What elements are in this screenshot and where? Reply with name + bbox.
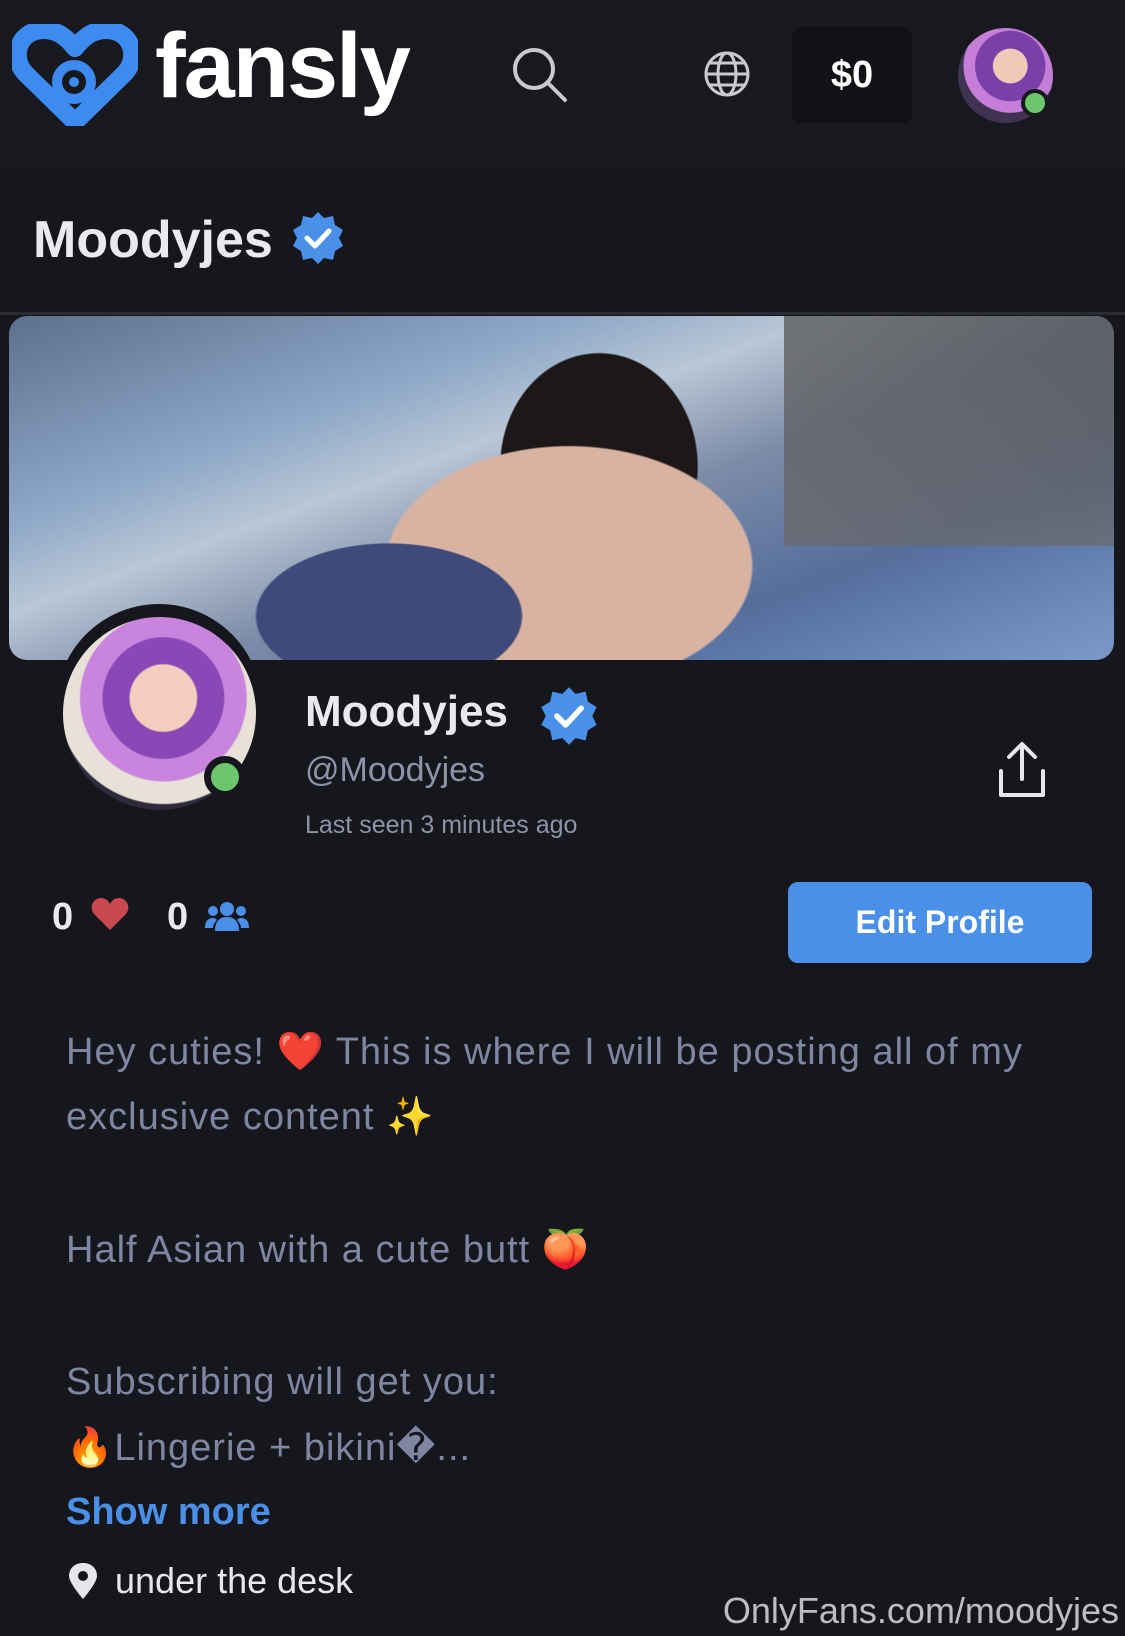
- verified-badge-icon: [541, 687, 597, 745]
- users-icon: [205, 902, 249, 931]
- wallet-balance-button[interactable]: $0: [792, 27, 912, 123]
- verified-badge-icon: [293, 212, 343, 264]
- fansly-heart-logo-icon[interactable]: [12, 24, 138, 126]
- bio-text: 🔥Lingerie + bikini�...: [66, 1427, 472, 1469]
- online-status-dot: [1021, 89, 1049, 117]
- edit-profile-button[interactable]: Edit Profile: [788, 882, 1092, 963]
- profile-handle: @Moodyjes: [305, 751, 486, 789]
- bio-text: Half Asian with a cute butt 🍑: [66, 1229, 591, 1271]
- watermark-text: OnlyFans.com/moodyjes: [722, 1590, 1119, 1631]
- last-seen-status: Last seen 3 minutes ago: [305, 811, 578, 839]
- page-title: Moodyjes: [33, 211, 273, 269]
- bio-text: Hey cuties! ❤️ This is where I will be p…: [66, 1031, 1023, 1073]
- profile-display-name: Moodyjes: [305, 687, 508, 736]
- location-pin-icon: [69, 1563, 97, 1599]
- profile-online-status-dot: [204, 756, 246, 798]
- fansly-logo-text[interactable]: fansly: [155, 20, 411, 112]
- search-icon[interactable]: [510, 45, 568, 103]
- bio-text: Subscribing will get you:: [66, 1361, 499, 1403]
- profile-location: under the desk: [115, 1560, 354, 1601]
- globe-icon[interactable]: [703, 50, 751, 98]
- likes-count: 0: [52, 896, 74, 938]
- followers-count: 0: [167, 896, 189, 938]
- bio-text: exclusive content ✨: [66, 1096, 435, 1138]
- share-icon[interactable]: [997, 741, 1047, 799]
- heart-icon: [91, 898, 129, 930]
- show-more-link[interactable]: Show more: [66, 1490, 271, 1534]
